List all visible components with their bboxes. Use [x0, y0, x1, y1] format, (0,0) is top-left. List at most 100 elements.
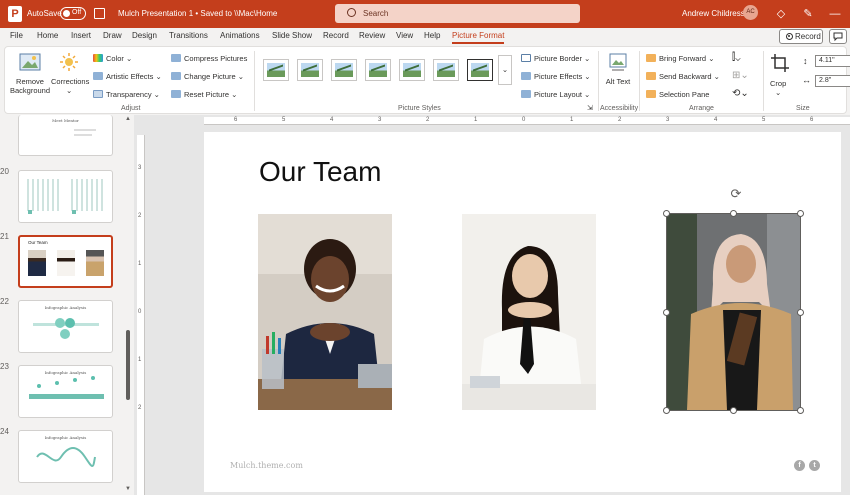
minimize-icon[interactable]: —	[827, 6, 843, 22]
avatar[interactable]: AC	[743, 5, 758, 20]
save-icon[interactable]	[94, 8, 105, 19]
slide-canvas[interactable]: Our Team ⟳ Mulch.theme.com f t	[204, 132, 841, 492]
scroll-up-icon[interactable]: ▲	[125, 116, 131, 122]
comments-button[interactable]	[829, 29, 847, 44]
slide-title[interactable]: Our Team	[259, 156, 381, 188]
picture-style-4[interactable]	[365, 59, 391, 81]
picture-border-button[interactable]: Picture Border ⌄	[521, 54, 590, 63]
change-picture-button[interactable]: Change Picture ⌄	[171, 72, 244, 81]
remove-background-button[interactable]: Remove Background	[10, 77, 50, 95]
picture-effects-icon	[521, 72, 531, 80]
tab-transitions[interactable]: Transitions	[169, 31, 208, 40]
tab-design[interactable]: Design	[132, 31, 157, 40]
tab-slide-show[interactable]: Slide Show	[272, 31, 312, 40]
width-field[interactable]: 2.8"	[815, 75, 850, 87]
reset-picture-button[interactable]: Reset Picture ⌄	[171, 90, 237, 99]
slide-number: 23	[0, 362, 9, 371]
tab-review[interactable]: Review	[359, 31, 385, 40]
picture-style-3[interactable]	[331, 59, 357, 81]
resize-handle[interactable]	[797, 309, 804, 316]
diamond-icon[interactable]: ◇	[773, 6, 789, 22]
group-label-accessibility: Accessibility	[600, 105, 639, 112]
tab-home[interactable]: Home	[37, 31, 58, 40]
resize-handle[interactable]	[797, 407, 804, 414]
transparency-button[interactable]: Transparency ⌄	[93, 90, 160, 99]
team-photo-2[interactable]	[462, 214, 596, 410]
autosave-label: AutoSave	[27, 9, 62, 18]
tab-draw[interactable]: Draw	[103, 31, 122, 40]
picture-style-5[interactable]	[399, 59, 425, 81]
picture-effects-label: Picture Effects	[534, 72, 583, 81]
slide-thumbnail[interactable]	[18, 170, 113, 223]
corrections-button[interactable]: Corrections	[51, 77, 89, 86]
crop-button[interactable]: Crop	[770, 79, 786, 88]
slide-thumbnail[interactable]: Infographic Analysis	[18, 430, 113, 483]
slide-number: 21	[0, 232, 9, 241]
picture-style-6[interactable]	[433, 59, 459, 81]
autosave-toggle[interactable]: Off	[60, 7, 86, 20]
tab-view[interactable]: View	[396, 31, 413, 40]
dialog-launcher-icon[interactable]: ⇲	[587, 104, 593, 112]
height-field[interactable]: 4.11"	[815, 55, 850, 67]
document-title[interactable]: Mulch Presentation 1 • Saved to \\Mac\Ho…	[118, 9, 277, 18]
selection-pane-button[interactable]: Selection Pane	[646, 90, 709, 99]
pen-icon[interactable]: ✎	[800, 6, 816, 22]
change-picture-icon	[171, 72, 181, 80]
picture-border-label: Picture Border	[534, 54, 582, 63]
send-backward-button[interactable]: Send Backward ⌄	[646, 72, 720, 81]
resize-handle[interactable]	[730, 210, 737, 217]
tab-record[interactable]: Record	[323, 31, 349, 40]
resize-handle[interactable]	[663, 309, 670, 316]
reset-picture-label: Reset Picture	[184, 90, 230, 99]
horizontal-ruler: 6 5 4 3 2 1 0 1 2 3 4 5 6	[204, 117, 850, 125]
search-box[interactable]: Search	[335, 4, 580, 23]
picture-layout-icon	[521, 90, 531, 98]
align-icon[interactable]: ⫿⌄	[732, 52, 741, 63]
resize-handle[interactable]	[730, 407, 737, 414]
color-button[interactable]: Color ⌄	[93, 54, 132, 63]
resize-handle[interactable]	[663, 407, 670, 414]
ruler-tick: 2	[138, 213, 142, 219]
picture-layout-button[interactable]: Picture Layout ⌄	[521, 90, 590, 99]
resize-handle[interactable]	[663, 210, 670, 217]
pane-scrollbar[interactable]: ▲ ▼	[125, 115, 131, 495]
slide-thumbnail-active[interactable]: Our Team	[18, 235, 113, 288]
tab-animations[interactable]: Animations	[220, 31, 260, 40]
bring-forward-label: Bring Forward	[659, 54, 707, 63]
slide-thumbnail[interactable]: Infographic Analysis	[18, 300, 113, 353]
scrollbar-thumb[interactable]	[126, 330, 130, 400]
bring-forward-button[interactable]: Bring Forward ⌄	[646, 54, 714, 63]
crop-icon	[771, 54, 789, 72]
artistic-effects-button[interactable]: Artistic Effects ⌄	[93, 72, 162, 81]
rotate-objects-icon[interactable]: ⟲⌄	[732, 88, 749, 99]
resize-handle[interactable]	[797, 210, 804, 217]
selection-pane-icon	[646, 90, 656, 98]
slide-thumbnail[interactable]: Infographic Analysis	[18, 365, 113, 418]
rotate-handle-icon[interactable]: ⟳	[729, 187, 743, 201]
gallery-more-button[interactable]: ⌄	[498, 55, 512, 85]
picture-style-2[interactable]	[297, 59, 323, 81]
compress-pictures-button[interactable]: Compress Pictures	[171, 54, 247, 63]
picture-style-7[interactable]	[467, 59, 493, 81]
ruler-tick: 5	[282, 117, 286, 123]
change-picture-label: Change Picture	[184, 72, 236, 81]
alt-text-button[interactable]: Alt Text	[604, 77, 632, 86]
picture-style-1[interactable]	[263, 59, 289, 81]
color-label: Color	[106, 54, 124, 63]
slide-thumbnail[interactable]: Meet Mentor	[18, 115, 113, 156]
tab-help[interactable]: Help	[424, 31, 440, 40]
height-icon: ↕	[803, 56, 808, 66]
scroll-down-icon[interactable]: ▼	[125, 486, 131, 492]
record-button[interactable]: Record	[779, 29, 823, 44]
group-objects-icon[interactable]: ⊞⌄	[732, 70, 749, 81]
team-photo-1[interactable]	[258, 214, 392, 410]
thumbnail-title: Infographic Analysis	[44, 305, 87, 310]
user-name[interactable]: Andrew Childress	[682, 9, 745, 18]
tab-file[interactable]: File	[10, 31, 23, 40]
tab-insert[interactable]: Insert	[71, 31, 91, 40]
picture-effects-button[interactable]: Picture Effects ⌄	[521, 72, 591, 81]
thumbnail-title: Meet Mentor	[52, 118, 79, 123]
divider	[598, 51, 599, 111]
tab-picture-format[interactable]: Picture Format	[452, 31, 505, 44]
ruler-tick: 3	[666, 117, 670, 123]
